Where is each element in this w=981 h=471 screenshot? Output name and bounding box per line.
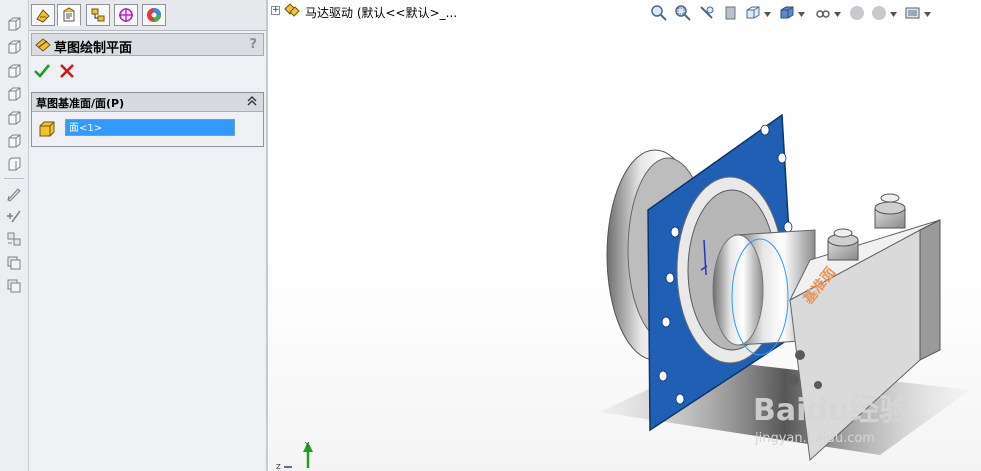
selection-list[interactable]: 面<1> <box>65 119 235 136</box>
sketch-plane-icon <box>35 38 51 52</box>
sketch-plane-group: 草图基准面/面(P) 面<1> <box>31 92 264 147</box>
extrude-cut-icon[interactable] <box>6 110 22 126</box>
assembly-icon <box>284 3 300 17</box>
property-manager-icon <box>63 7 75 22</box>
toolbar-separator <box>4 178 24 179</box>
chevron-down-icon[interactable] <box>924 12 931 17</box>
apply-scene-icon[interactable] <box>870 4 888 22</box>
group-title: 草图基准面/面(P) <box>36 97 125 110</box>
tab-display-manager[interactable] <box>142 4 166 26</box>
extrude-boss-icon[interactable] <box>6 16 22 32</box>
display-style-icon[interactable] <box>778 4 796 22</box>
property-manager-header: 草图绘制平面 ? <box>31 33 264 56</box>
view-orientation-icon[interactable] <box>744 4 762 22</box>
manager-tabs <box>29 0 266 31</box>
tab-property-manager[interactable] <box>57 4 81 26</box>
checkmark-icon <box>34 64 51 78</box>
chevron-down-icon[interactable] <box>834 12 841 17</box>
tree-expand-toggle[interactable]: + <box>271 6 280 15</box>
hide-show-items-icon[interactable] <box>814 4 832 22</box>
chevron-down-icon[interactable] <box>764 12 771 17</box>
watermark-url: jingyan.baidu.com <box>754 431 875 446</box>
sketch-icon[interactable] <box>6 186 22 202</box>
configuration-manager-icon <box>91 8 105 22</box>
zoom-to-fit-icon[interactable] <box>650 4 668 22</box>
property-manager-panel: 草图绘制平面 ? 草图基准面/面(P) 面<1> <box>29 0 267 471</box>
revolve-boss-icon[interactable] <box>6 39 22 55</box>
rapid-sketch-icon[interactable] <box>6 255 22 271</box>
chevron-down-icon[interactable] <box>798 12 805 17</box>
convert-entities-icon[interactable] <box>6 278 22 294</box>
watermark-brand: Baidu经验 <box>753 393 909 428</box>
face-selection-icon <box>39 121 55 137</box>
zoom-to-area-icon[interactable] <box>674 4 692 22</box>
tab-configuration-manager[interactable] <box>86 4 110 26</box>
ok-button[interactable] <box>33 62 51 80</box>
command-toolbar <box>0 0 29 471</box>
triad-z-label: Z <box>276 463 281 471</box>
assembly-name: 马达驱动 (默认<<默认>_... <box>305 6 458 20</box>
cancel-button[interactable] <box>58 62 76 80</box>
view-settings-icon[interactable] <box>904 4 922 22</box>
panel-splitter[interactable] <box>266 0 268 471</box>
add-relation-icon[interactable] <box>6 231 22 247</box>
tab-dimxpert[interactable] <box>114 4 138 26</box>
page-title: 草图绘制平面 <box>54 41 133 56</box>
loft-icon[interactable] <box>6 86 22 102</box>
collapse-icon[interactable] <box>245 94 259 108</box>
group-header[interactable]: 草图基准面/面(P) <box>32 93 263 112</box>
tab-feature-manager[interactable] <box>31 4 55 26</box>
valve-block-side <box>919 219 941 361</box>
triad-y-label: Y <box>304 441 310 449</box>
dimxpert-icon <box>119 8 133 22</box>
fillet-icon[interactable] <box>6 156 22 172</box>
feature-manager-icon <box>36 9 50 23</box>
display-manager-icon <box>147 8 161 22</box>
section-view-icon[interactable] <box>722 4 740 22</box>
baidu-jingyan-watermark: Baidu经验 jingyan.baidu.com <box>753 393 909 446</box>
previous-view-icon[interactable] <box>698 4 716 22</box>
edit-appearance-icon[interactable] <box>848 4 866 22</box>
close-icon <box>60 64 74 78</box>
smart-dimension-icon[interactable] <box>6 208 22 224</box>
revolve-cut-icon[interactable] <box>6 133 22 149</box>
chevron-down-icon[interactable] <box>890 12 897 17</box>
shaft-end <box>712 234 764 346</box>
sweep-icon[interactable] <box>6 63 22 79</box>
help-button[interactable]: ? <box>249 37 257 52</box>
coordinate-triad: Y Z <box>276 441 313 471</box>
